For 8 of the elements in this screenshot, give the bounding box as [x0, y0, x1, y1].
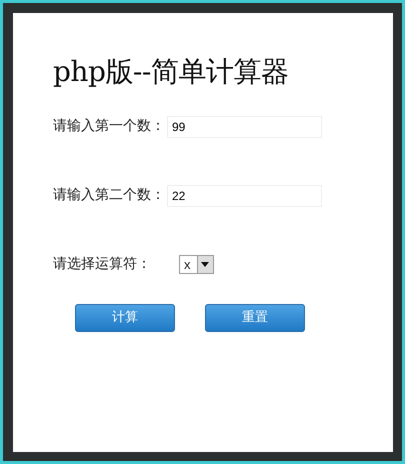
- number-input[interactable]: 99: [167, 116, 322, 138]
- operator-select[interactable]: x: [179, 255, 214, 274]
- number-input[interactable]: 22: [167, 184, 322, 207]
- dropdown-icon: [201, 262, 209, 268]
- field-label: 请输入第一个数：: [53, 117, 165, 136]
- page-title: php版--简单计算器: [53, 55, 290, 89]
- operator-label: 请选择运算符：: [53, 255, 151, 274]
- field-label: 请输入第二个数：: [53, 186, 165, 206]
